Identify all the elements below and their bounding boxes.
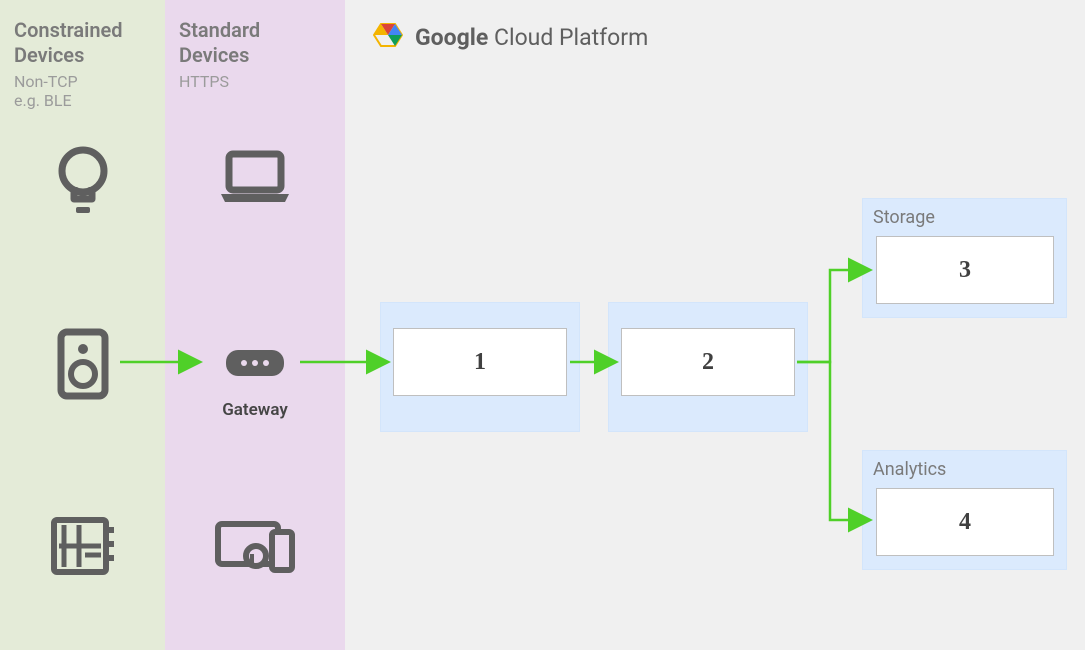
gcp-brand-text: Google Cloud Platform — [415, 24, 648, 51]
gcp-title: Google Cloud Platform — [373, 22, 648, 52]
column-title: Standard Devices — [165, 18, 345, 68]
flow-box-4: 4 — [876, 488, 1054, 556]
column-title: Constrained Devices — [0, 18, 165, 68]
laptop-icon — [215, 148, 295, 210]
column-subtitle: HTTPS — [165, 68, 345, 91]
storage-label: Storage — [863, 199, 1066, 236]
column-subtitle: Non-TCP e.g. BLE — [0, 68, 165, 110]
gateway-hub-icon — [224, 348, 286, 382]
gateway-label: Gateway — [165, 400, 345, 420]
analytics-label: Analytics — [863, 451, 1066, 488]
flow-box-3: 3 — [876, 236, 1054, 304]
multi-device-icon — [214, 518, 296, 578]
circuit-board-icon — [49, 515, 117, 581]
lightbulb-icon — [53, 145, 113, 219]
gcp-logo-icon — [373, 22, 403, 52]
column-constrained-devices: Constrained Devices Non-TCP e.g. BLE — [0, 0, 165, 650]
column-standard-devices: Standard Devices HTTPS Gateway — [165, 0, 345, 650]
speaker-icon — [57, 328, 109, 404]
flow-box-1: 1 — [393, 328, 567, 396]
flow-box-2: 2 — [621, 328, 795, 396]
